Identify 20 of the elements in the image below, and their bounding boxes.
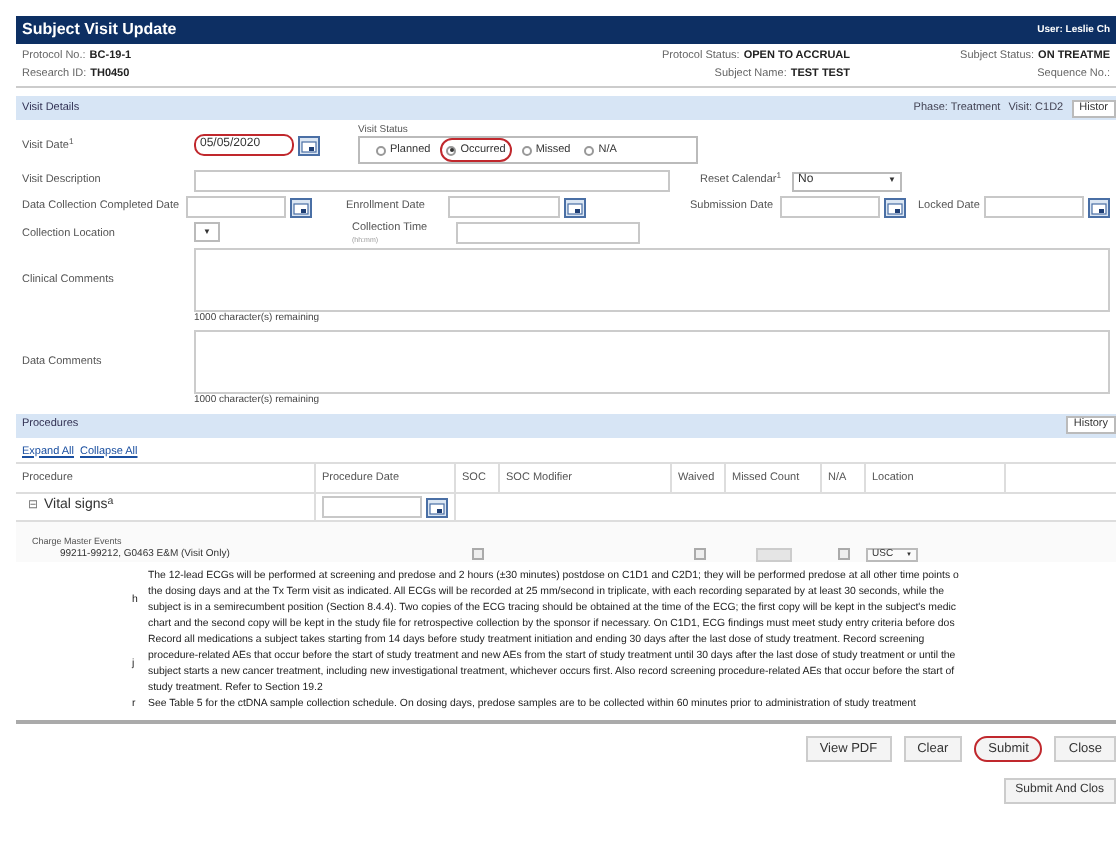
checkbox[interactable]	[838, 548, 850, 561]
checkbox[interactable]	[472, 548, 484, 561]
date-field[interactable]	[780, 196, 880, 219]
date-field[interactable]	[984, 196, 1084, 219]
page-title: Subject Visit Update	[22, 20, 177, 40]
calendar-icon[interactable]	[298, 135, 320, 156]
date-field[interactable]	[322, 496, 422, 519]
comment-textarea[interactable]	[194, 248, 1110, 313]
checkbox[interactable]	[693, 548, 705, 561]
calendar-icon[interactable]	[1088, 197, 1110, 218]
time-field[interactable]	[456, 222, 640, 245]
calendar-icon[interactable]	[290, 197, 312, 218]
count-field[interactable]	[756, 547, 792, 562]
date-field[interactable]	[448, 196, 560, 219]
calendar-icon[interactable]	[426, 497, 448, 518]
comment-textarea[interactable]	[194, 330, 1110, 395]
date-field[interactable]	[186, 196, 286, 219]
description-field[interactable]	[194, 170, 670, 193]
calendar-icon[interactable]	[884, 197, 906, 218]
calendar-icon[interactable]	[564, 197, 586, 218]
